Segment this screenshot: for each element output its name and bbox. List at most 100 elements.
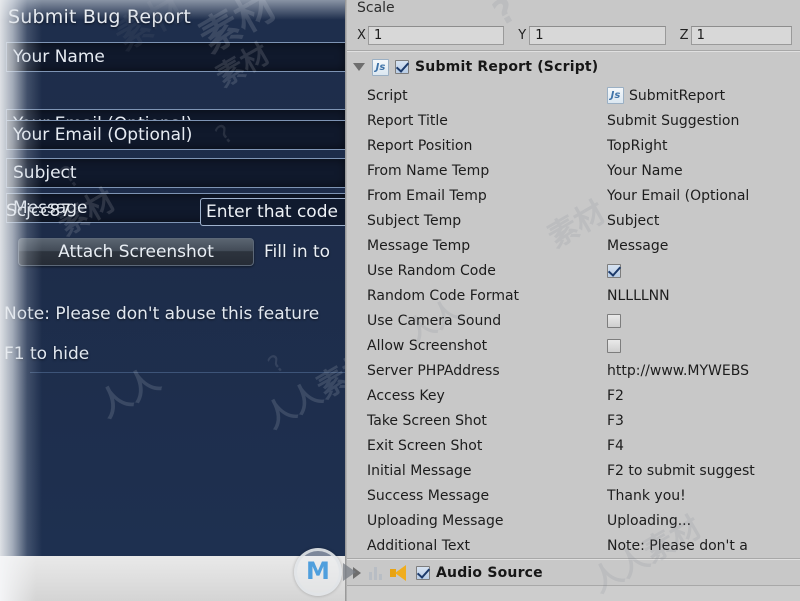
watermark-cjk-6: 人人素材	[259, 345, 345, 437]
prop-value-report-title[interactable]: Submit Suggestion	[607, 113, 797, 129]
prop-value-script[interactable]: Js SubmitReport	[607, 87, 797, 104]
inspector-footer-strip	[345, 586, 800, 601]
left-edge-glow	[0, 0, 42, 556]
use-camera-sound-checkbox[interactable]	[607, 313, 621, 328]
use-random-code-checkbox[interactable]	[607, 263, 621, 278]
component-enabled-checkbox[interactable]	[395, 60, 409, 74]
prop-value-use-camera-sound[interactable]	[607, 313, 797, 328]
prop-row-take-screen-shot[interactable]: Take Screen Shot F3	[345, 408, 800, 433]
prop-label-from-email-temp: From Email Temp	[367, 187, 487, 204]
prop-value-take-screen-shot[interactable]: F3	[607, 413, 797, 429]
scale-label: Scale	[357, 0, 395, 16]
panel-divider[interactable]	[345, 0, 347, 601]
prop-value-initial-message[interactable]: F2 to submit suggest	[607, 463, 797, 479]
field-subject[interactable]: Subject	[6, 158, 345, 188]
logo-play-triangle-icon	[343, 563, 356, 581]
prop-value-uploading-message[interactable]: Uploading...	[607, 513, 797, 529]
bottom-pane-edge-glow	[0, 556, 36, 601]
prop-label-initial-message: Initial Message	[367, 462, 472, 479]
prop-label-take-screen-shot: Take Screen Shot	[367, 412, 487, 429]
prop-value-from-name-temp[interactable]: Your Name	[607, 163, 797, 179]
prop-value-use-random-code[interactable]	[607, 263, 797, 278]
prop-label-report-position: Report Position	[367, 137, 473, 154]
js-script-icon: Js	[372, 58, 389, 76]
js-script-icon: Js	[607, 87, 624, 104]
prop-row-initial-message[interactable]: Initial Message F2 to submit suggest	[345, 458, 800, 483]
prop-label-random-code-format: Random Code Format	[367, 287, 520, 304]
scale-vector-row: X 1 Y 1 Z 1	[351, 24, 800, 46]
prop-value-random-code-format[interactable]: NLLLLNN	[607, 288, 797, 304]
prop-value-message-temp[interactable]: Message	[607, 238, 797, 254]
prop-row-from-name-temp[interactable]: From Name Temp Your Name	[345, 158, 800, 183]
prop-label-uploading-message: Uploading Message	[367, 512, 504, 529]
prop-row-allow-screenshot[interactable]: Allow Screenshot	[345, 333, 800, 358]
prop-row-exit-screen-shot[interactable]: Exit Screen Shot F4	[345, 433, 800, 458]
prop-row-random-code-format[interactable]: Random Code Format NLLLLNN	[345, 283, 800, 308]
prop-value-success-message[interactable]: Thank you!	[607, 488, 797, 504]
prop-value-exit-screen-shot[interactable]: F4	[607, 438, 797, 454]
scale-z-input[interactable]: 1	[690, 25, 792, 45]
prop-label-script: Script	[367, 87, 408, 104]
component-header-audio-source[interactable]: Audio Source	[345, 561, 800, 585]
audio-source-enabled-checkbox[interactable]	[416, 566, 430, 580]
prop-label-use-random-code: Use Random Code	[367, 262, 496, 279]
bottom-left-pane	[0, 556, 345, 601]
speaker-icon	[388, 565, 410, 581]
prop-label-report-title: Report Title	[367, 112, 448, 129]
inspector-separator-top	[345, 50, 800, 52]
prop-label-additional-text: Additional Text	[367, 537, 471, 554]
attach-screenshot-button[interactable]: Attach Screenshot	[18, 238, 254, 266]
inspector-separator-audio	[345, 558, 800, 560]
prop-value-access-key[interactable]: F2	[607, 388, 797, 404]
prop-label-subject-temp: Subject Temp	[367, 212, 462, 229]
prop-label-allow-screenshot: Allow Screenshot	[367, 337, 488, 354]
prop-row-server-php-address[interactable]: Server PHPAddress http://www.MYWEBS	[345, 358, 800, 383]
foldout-arrow-icon[interactable]	[353, 63, 365, 71]
prop-label-success-message: Success Message	[367, 487, 490, 504]
prop-row-message-temp[interactable]: Message Temp Message	[345, 233, 800, 258]
inspector-panel: Scale X 1 Y 1 Z 1 Js Submit Report (Scri…	[345, 0, 800, 601]
prop-value-server-php-address[interactable]: http://www.MYWEBS	[607, 363, 797, 379]
prop-row-report-title[interactable]: Report Title Submit Suggestion	[345, 108, 800, 133]
scale-x-input[interactable]: 1	[368, 25, 505, 45]
prop-row-use-camera-sound[interactable]: Use Camera Sound	[345, 308, 800, 333]
allow-screenshot-checkbox[interactable]	[607, 338, 621, 353]
prop-row-uploading-message[interactable]: Uploading Message Uploading...	[345, 508, 800, 533]
watermark-cjk-5: 人人	[91, 360, 167, 426]
prop-row-subject-temp[interactable]: Subject Temp Subject	[345, 208, 800, 233]
prop-row-report-position[interactable]: Report Position TopRight	[345, 133, 800, 158]
prop-label-use-camera-sound: Use Camera Sound	[367, 312, 502, 329]
component-title: Submit Report (Script)	[415, 59, 599, 75]
watermark-circle-2: ?	[262, 349, 291, 379]
prop-value-subject-temp[interactable]: Subject	[607, 213, 797, 229]
screenshot-root: 素材 素材 素材 素材 人人 人人素材 ? ? ? Submit Bug Rep…	[0, 0, 800, 601]
field-your-name[interactable]: Your Name	[6, 42, 345, 72]
prop-row-script[interactable]: Script Js SubmitReport	[345, 83, 800, 108]
prop-label-from-name-temp: From Name Temp	[367, 162, 490, 179]
component-header-submit-report[interactable]: Js Submit Report (Script)	[345, 56, 800, 78]
fill-in-hint-label: Fill in to	[264, 242, 331, 262]
field-your-email-real[interactable]: Your Email (Optional)	[6, 120, 345, 150]
game-view-title: Submit Bug Report	[8, 6, 192, 28]
prop-value-additional-text[interactable]: Note: Please don't a	[607, 538, 797, 554]
game-view-divider	[30, 372, 345, 373]
captcha-code-text: Scjcc87	[6, 201, 72, 221]
prop-value-script-text: SubmitReport	[629, 87, 726, 104]
prop-label-exit-screen-shot: Exit Screen Shot	[367, 437, 483, 454]
prop-row-success-message[interactable]: Success Message Thank you!	[345, 483, 800, 508]
prop-value-report-position[interactable]: TopRight	[607, 138, 797, 154]
audio-source-title: Audio Source	[436, 565, 543, 581]
prop-value-allow-screenshot[interactable]	[607, 338, 797, 353]
scale-y-axis-label: Y	[518, 27, 527, 43]
prop-row-from-email-temp[interactable]: From Email Temp Your Email (Optional	[345, 183, 800, 208]
prop-label-access-key: Access Key	[367, 387, 445, 404]
prop-value-from-email-temp[interactable]: Your Email (Optional	[607, 188, 797, 204]
prop-row-additional-text[interactable]: Additional Text Note: Please don't a	[345, 533, 800, 558]
hide-hint-label: F1 to hide	[4, 344, 90, 364]
captcha-input[interactable]: Enter that code	[200, 198, 345, 226]
scale-x-axis-label: X	[357, 27, 366, 43]
prop-row-access-key[interactable]: Access Key F2	[345, 383, 800, 408]
prop-row-use-random-code[interactable]: Use Random Code	[345, 258, 800, 283]
scale-y-input[interactable]: 1	[529, 25, 666, 45]
abuse-note-label: Note: Please don't abuse this feature	[4, 304, 320, 324]
